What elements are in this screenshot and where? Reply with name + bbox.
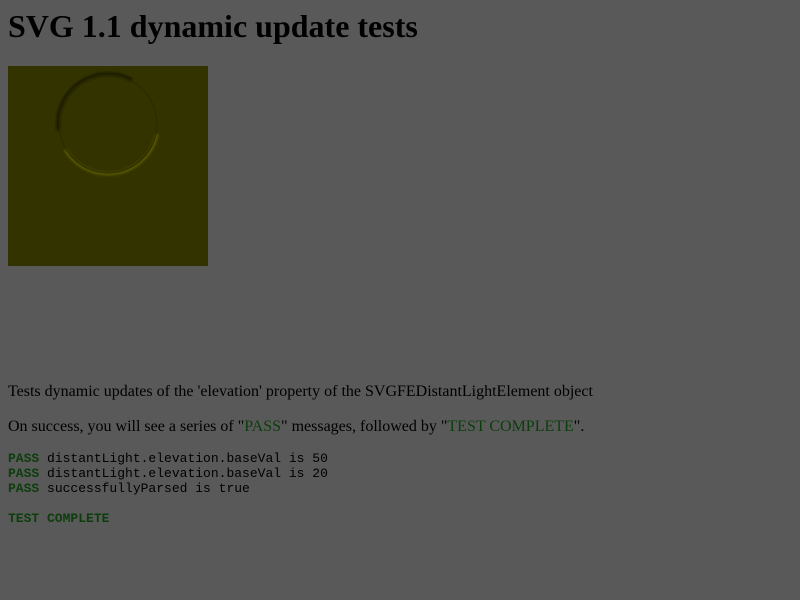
instruction-pass-word: PASS xyxy=(244,418,282,435)
result-message: distantLight.elevation.baseVal is 50 xyxy=(39,451,328,466)
instruction-complete-word: TEST COMPLETE xyxy=(447,418,574,435)
lit-surface xyxy=(8,66,208,266)
result-line: PASS successfullyParsed is true xyxy=(8,481,250,496)
result-message: successfullyParsed is true xyxy=(39,481,250,496)
result-status: PASS xyxy=(8,451,40,466)
result-message: distantLight.elevation.baseVal is 20 xyxy=(39,466,328,481)
svg-test-image xyxy=(8,66,208,266)
instruction-suffix: ". xyxy=(573,418,585,435)
test-console: PASS distantLight.elevation.baseVal is 5… xyxy=(8,451,328,496)
instruction-prefix: On success, you will see a series of " xyxy=(8,418,245,435)
result-line: PASS distantLight.elevation.baseVal is 2… xyxy=(8,466,328,481)
test-instruction: On success, you will see a series of "PA… xyxy=(8,417,584,436)
page-title: SVG 1.1 dynamic update tests xyxy=(8,8,418,44)
lit-circle-image xyxy=(8,66,208,266)
test-description: Tests dynamic updates of the 'elevation'… xyxy=(8,383,593,400)
instruction-middle: " messages, followed by " xyxy=(281,418,448,435)
test-complete-label: TEST COMPLETE xyxy=(8,511,110,526)
result-status: PASS xyxy=(8,481,40,496)
result-line: PASS distantLight.elevation.baseVal is 5… xyxy=(8,451,328,466)
result-status: PASS xyxy=(8,466,40,481)
